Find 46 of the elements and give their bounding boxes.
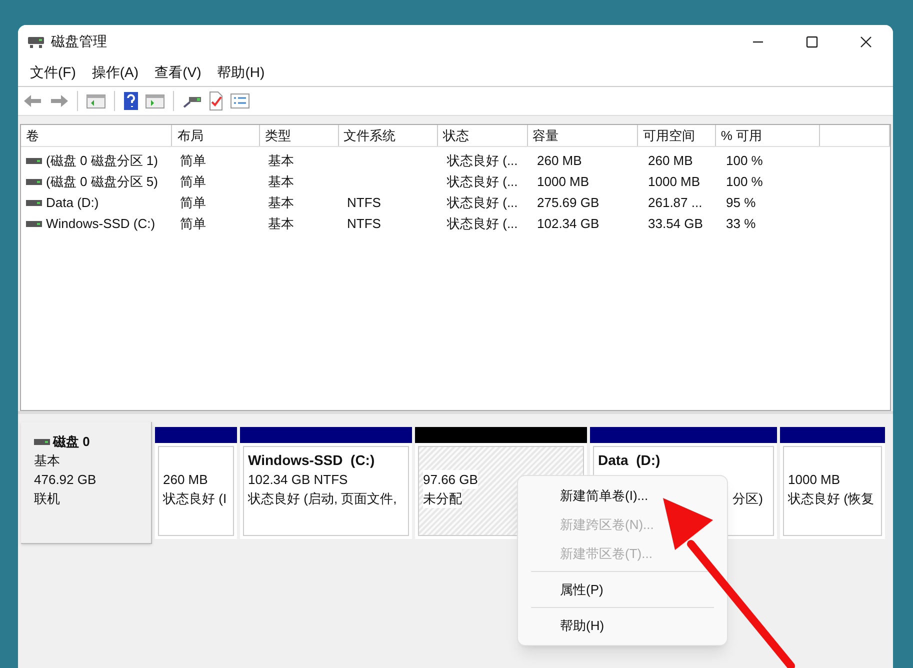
- table-cell-text: 简单: [180, 194, 206, 212]
- table-cell-text: 状态良好 (...: [447, 172, 518, 191]
- partition-text: 未分配: [423, 489, 462, 508]
- table-cell-text: 基本: [268, 172, 294, 191]
- partition-text: 1000 MB: [788, 471, 842, 489]
- table-cell-text: 33.54 GB: [648, 214, 703, 233]
- partition-text: 260 MB: [163, 471, 209, 489]
- table-cell-text: 基本: [268, 214, 294, 233]
- partition-text: 102.34 GB NTFS: [248, 471, 349, 489]
- table-cell-text: 95 %: [726, 194, 756, 212]
- table-cell-text: 33 %: [726, 214, 756, 233]
- table-cell-text: 261.87 ...: [648, 194, 702, 212]
- table-cell-text: 100 %: [726, 172, 763, 191]
- table-cell-text: NTFS: [347, 214, 381, 233]
- table-cell-text: 1000 MB: [537, 172, 590, 191]
- table-cell-text: 状态良好 (...: [447, 214, 518, 233]
- table-cell-text: Data (D:): [46, 194, 99, 212]
- table-cell-text: 1000 MB: [648, 172, 700, 191]
- table-cell-text: 简单: [180, 214, 206, 233]
- partition-text: 状态良好 (恢复: [788, 490, 875, 508]
- partition-title: Windows-SSD (C:): [248, 451, 376, 470]
- partition-text: 状态良好 (I: [163, 490, 228, 508]
- table-cell-text: 简单: [180, 152, 206, 170]
- table-cell-text: 102.34 GB: [537, 214, 600, 233]
- disk-size: 476.92 GB: [34, 471, 98, 489]
- partition-title: Data (D:): [598, 451, 662, 470]
- table-cell-text: 基本: [268, 152, 294, 170]
- table-cell-text: 状态良好 (...: [447, 152, 518, 170]
- table-cell-text: Windows-SSD (C:): [46, 214, 156, 233]
- table-cell-text: 100 %: [726, 152, 763, 170]
- table-cell-text: 基本: [268, 194, 294, 212]
- table-cell-text: 状态良好 (...: [447, 194, 518, 212]
- table-cell-text: (磁盘 0 磁盘分区 5): [46, 172, 158, 191]
- partition-text: 分区): [732, 490, 763, 508]
- disk-type: 基本: [34, 452, 61, 470]
- window-title: 磁盘管理: [51, 32, 107, 51]
- partition-text: 97.66 GB: [423, 470, 478, 489]
- table-cell-text: (磁盘 0 磁盘分区 1): [46, 152, 158, 170]
- partition-text: 状态良好 (启动, 页面文件,: [248, 490, 398, 508]
- table-cell-text: NTFS: [347, 194, 381, 212]
- table-cell-text: 275.69 GB: [537, 194, 600, 212]
- table-cell-text: 260 MB: [648, 152, 693, 170]
- disk-status: 联机: [34, 490, 61, 508]
- table-cell-text: 简单: [180, 172, 206, 191]
- disk-name: 磁盘 0: [53, 433, 90, 451]
- table-cell-text: 260 MB: [537, 152, 582, 170]
